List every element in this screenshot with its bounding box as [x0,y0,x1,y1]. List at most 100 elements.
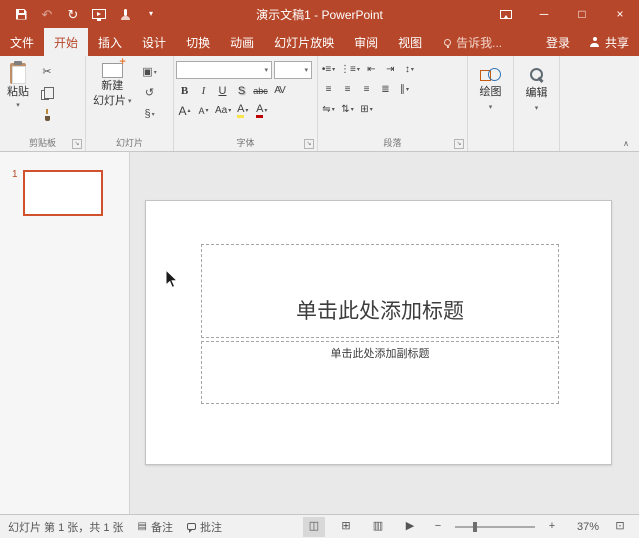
bold-button[interactable]: B [176,82,193,99]
tab-slide-show[interactable]: 幻灯片放映 [264,28,344,56]
paragraph-dialog-launcher[interactable]: ↘ [454,139,464,149]
format-painter-button[interactable] [36,106,58,123]
zoom-slider-thumb[interactable] [473,521,477,532]
normal-view-button[interactable]: ◫ [303,516,325,537]
grow-font-button[interactable]: A ▴ [176,102,193,119]
align-center-button[interactable]: ≡ [339,81,356,98]
font-dialog-launcher[interactable]: ↘ [304,139,314,149]
slide[interactable]: 单击此处添加标题 单击此处添加副标题 [145,200,612,465]
shrink-font-button[interactable]: A ▾ [195,102,212,119]
title-placeholder[interactable]: 单击此处添加标题 [201,244,559,338]
font-size-select[interactable]: ▾ [274,61,312,79]
justify-button[interactable]: ≣ [377,81,394,98]
align-text-icon: ⇅ [341,103,350,115]
decrease-indent-button[interactable]: ⇤ [363,61,380,78]
mouse-cursor [165,270,178,289]
paragraph-group-label: 段落 [383,138,402,148]
layout-button[interactable]: ▣ ▾ [139,64,161,81]
fit-to-window-button[interactable]: ⊡ [609,517,631,537]
notes-button[interactable]: ▤ 备注 [138,519,173,535]
tab-review[interactable]: 审阅 [344,28,388,56]
subtitle-placeholder[interactable]: 单击此处添加副标题 [201,341,559,404]
numbering-button[interactable]: ⋮≡ ▾ [339,61,361,78]
editing-label: 编辑 [525,87,548,99]
section-icon: § [144,108,151,120]
reading-view-button[interactable]: ▥ [367,517,389,537]
paste-button[interactable]: 粘贴 ▾ [2,59,34,125]
text-shadow-button[interactable]: S [233,82,250,99]
maximize-button[interactable]: □ [563,0,601,28]
columns-button[interactable]: ∥ ▾ [396,81,413,98]
share-button[interactable]: 共享 [580,28,639,56]
bullets-button[interactable]: •≡ ▾ [320,61,337,78]
customize-qat-button[interactable]: ▾ [138,0,164,28]
align-left-button[interactable]: ≡ [320,81,337,98]
highlight-dropdown-icon: ▾ [245,108,249,114]
slideshow-view-button[interactable]: ▶ [399,517,421,537]
highlight-color-button[interactable]: A ▾ [234,102,251,119]
align-text-button[interactable]: ⇅ ▾ [339,101,356,118]
comments-button[interactable]: 批注 [186,519,222,535]
touch-mode-button[interactable] [112,0,138,28]
save-button[interactable] [8,0,34,28]
font-name-select[interactable]: ▾ [176,61,272,79]
tab-transitions[interactable]: 切换 [176,28,220,56]
italic-button[interactable]: I [195,82,212,99]
sign-in-button[interactable]: 登录 [536,28,580,56]
undo-button[interactable]: ↶ [34,0,60,28]
slide-editing-area: 单击此处添加标题 单击此处添加副标题 [130,152,639,514]
strikethrough-button[interactable]: abc [252,82,269,99]
collapse-ribbon-icon: ∧ [623,139,629,148]
close-icon: × [616,7,624,21]
slide-1-thumbnail[interactable] [22,170,103,216]
tab-view[interactable]: 视图 [388,28,432,56]
zoom-in-button[interactable]: + [545,521,559,532]
new-slide-button[interactable]: 新建 幻灯片▾ [88,56,137,125]
font-color-button[interactable]: A ▾ [253,102,270,119]
smartart-icon: ⊞ [360,103,369,115]
line-spacing-dropdown-icon: ▾ [410,67,414,73]
reset-button[interactable]: ↺ [139,85,161,102]
editing-menu-button[interactable]: 编辑 ▾ [516,59,557,148]
tab-design[interactable]: 设计 [132,28,176,56]
tab-file[interactable]: 文件 [0,28,44,56]
zoom-level[interactable]: 37% [569,521,599,533]
ribbon-display-options-button[interactable] [487,0,525,28]
drawing-menu-button[interactable]: 绘图 ▾ [470,59,511,148]
new-slide-dropdown-icon: ▾ [128,97,132,105]
close-button[interactable]: × [601,0,639,28]
zoom-slider-track [455,525,535,528]
slide-sorter-view-button[interactable]: ⊞ [335,517,357,537]
text-direction-button[interactable]: ⇋ ▾ [320,101,337,118]
increase-indent-button[interactable]: ⇥ [382,61,399,78]
bullets-icon: •≡ [321,63,332,75]
window-controls: ─ □ × [487,0,639,28]
tell-me-search[interactable]: 告诉我... [436,28,510,56]
line-spacing-button[interactable]: ↕ ▾ [401,61,418,78]
character-spacing-button[interactable]: AV [271,82,288,99]
align-right-button[interactable]: ≡ [358,81,375,98]
change-case-button[interactable]: Aa ▾ [214,102,232,119]
comments-label: 批注 [199,521,222,534]
tab-home[interactable]: 开始 [44,28,89,56]
cut-button[interactable]: ✂ [36,64,58,81]
zoom-slider[interactable] [455,521,535,533]
minimize-button[interactable]: ─ [525,0,563,28]
slide-thumbnail-item[interactable]: 1 [0,170,129,216]
start-slideshow-button[interactable] [86,0,112,28]
redo-button[interactable]: ↻ [60,0,86,28]
increase-indent-icon: ⇥ [386,63,395,75]
tab-insert[interactable]: 插入 [88,28,132,56]
workspace: 1 单击此处添加标题 单击此处添加副标题 [0,152,639,514]
collapse-ribbon-button[interactable]: ∧ [619,138,633,150]
section-button[interactable]: § ▾ [139,106,161,123]
editing-group: 编辑 ▾ [514,56,560,151]
underline-button[interactable]: U [214,82,231,99]
tab-animations[interactable]: 动画 [220,28,264,56]
convert-smartart-button[interactable]: ⊞ ▾ [358,101,375,118]
align-center-icon: ≡ [344,83,351,95]
zoom-out-button[interactable]: − [431,521,445,532]
copy-button[interactable]: ▾ [36,85,58,102]
clipboard-dialog-launcher[interactable]: ↘ [72,139,82,149]
reset-icon: ↺ [144,87,155,99]
